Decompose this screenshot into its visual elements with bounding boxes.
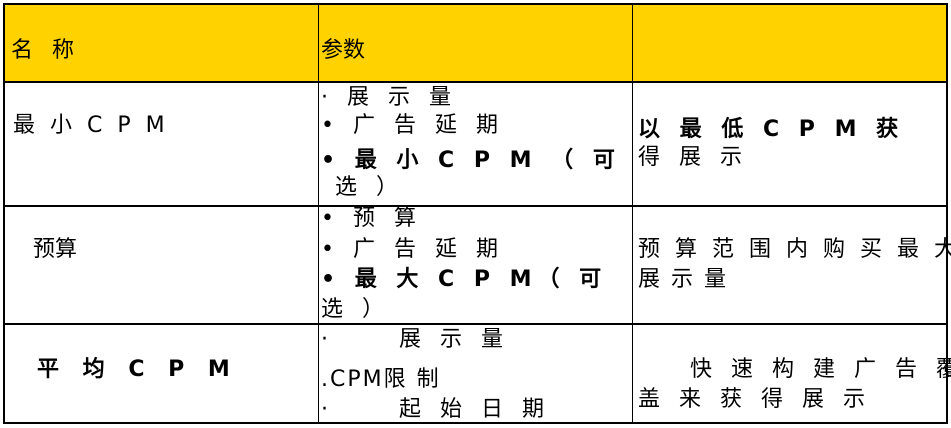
row-2-desc: 展 示 量	[638, 267, 728, 292]
row-2-param: • 最 大 C P M（ 可	[321, 267, 608, 292]
row-3-desc: 快 速 构 建 广 告 覆	[638, 357, 951, 382]
row-3-param: · 展 示 量	[321, 327, 509, 352]
row-3-param: · 起 始 日 期	[321, 397, 550, 422]
row-2-desc: 预 算 范 围 内 购 买 最 大	[638, 237, 951, 262]
row-3-param: .CPM限 制	[321, 367, 441, 392]
header-name: 名 称	[11, 38, 80, 63]
row-1-param: · 展 示 量	[321, 85, 457, 110]
column-divider	[318, 5, 319, 422]
row-divider	[5, 323, 946, 325]
cpm-options-table: 名 称 参数 最 小 C P M · 展 示 量 • 广 告 延 期 • 最 小…	[3, 3, 951, 424]
row-1-param: • 最 小 C P M （ 可	[321, 148, 621, 173]
header-params: 参数	[321, 38, 366, 63]
row-1-param: 选 ）	[335, 175, 404, 200]
row-3-desc: 盖 来 获 得 展 示	[638, 387, 871, 412]
row-1-desc: 得 展 示	[638, 145, 748, 170]
row-divider	[5, 205, 946, 207]
row-1-param: • 广 告 延 期	[321, 113, 504, 138]
row-2-name: 预算	[33, 237, 78, 262]
row-2-param: • 预 算	[321, 206, 422, 231]
table-header-row	[5, 5, 946, 83]
row-3-name: 平 均 C P M	[37, 357, 238, 382]
row-2-param: 选 ）	[321, 297, 390, 322]
row-1-desc: 以 最 低 C P M 获	[638, 117, 905, 142]
row-2-param: • 广 告 延 期	[321, 237, 504, 262]
row-1-name: 最 小 C P M	[13, 113, 169, 138]
column-divider	[632, 5, 633, 422]
